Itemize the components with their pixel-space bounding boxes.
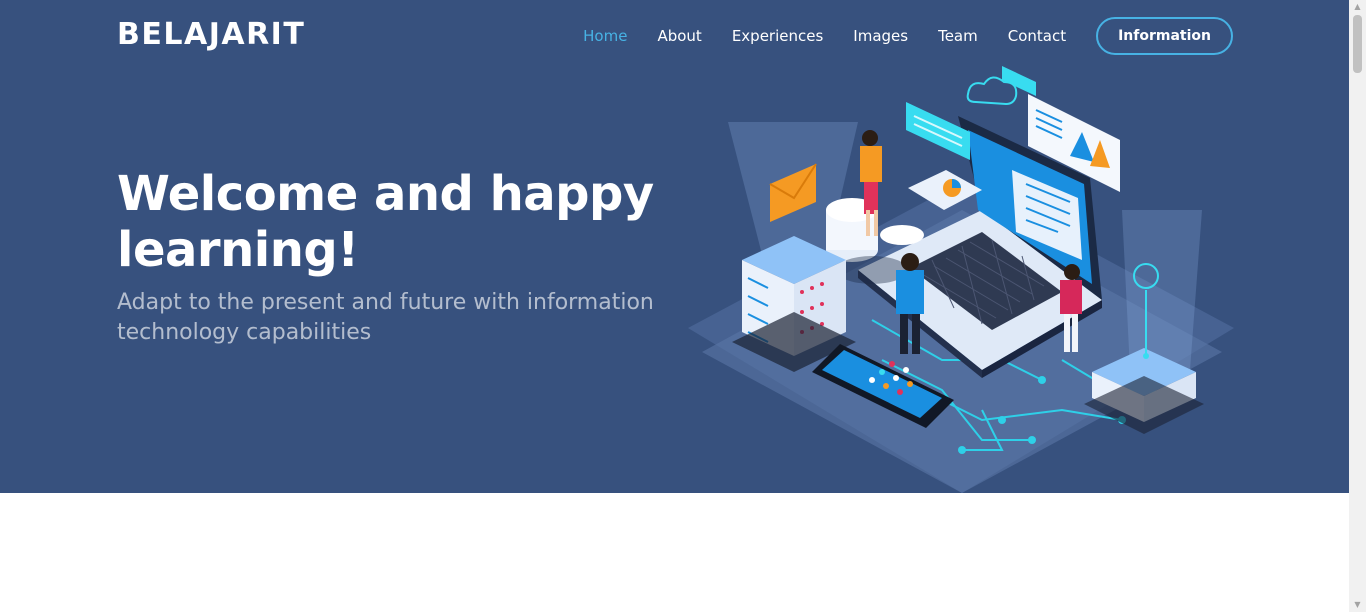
site-logo[interactable]: BELAJARIT <box>117 17 305 52</box>
scroll-up-arrow-icon[interactable]: ▲ <box>1349 0 1366 14</box>
information-button[interactable]: Information <box>1096 16 1233 55</box>
page-scrollbar[interactable]: ▲ ▼ <box>1349 0 1366 612</box>
scroll-thumb[interactable] <box>1353 15 1362 73</box>
hero-section: BELAJARIT Home About Experiences Images … <box>0 0 1349 493</box>
hero-subtitle: Adapt to the present and future with inf… <box>117 290 654 345</box>
nav-team[interactable]: Team <box>938 27 978 45</box>
isometric-technology-illustration-icon <box>688 66 1234 493</box>
nav-experiences[interactable]: Experiences <box>732 27 823 45</box>
main-nav: Home About Experiences Images Team Conta… <box>553 15 1233 56</box>
nav-home[interactable]: Home <box>583 27 627 45</box>
scroll-down-arrow-icon[interactable]: ▼ <box>1349 598 1366 612</box>
nav-contact[interactable]: Contact <box>1008 27 1066 45</box>
hero-title: Welcome and happy learning! <box>117 166 654 278</box>
nav-images[interactable]: Images <box>853 27 908 45</box>
nav-about[interactable]: About <box>657 27 701 45</box>
